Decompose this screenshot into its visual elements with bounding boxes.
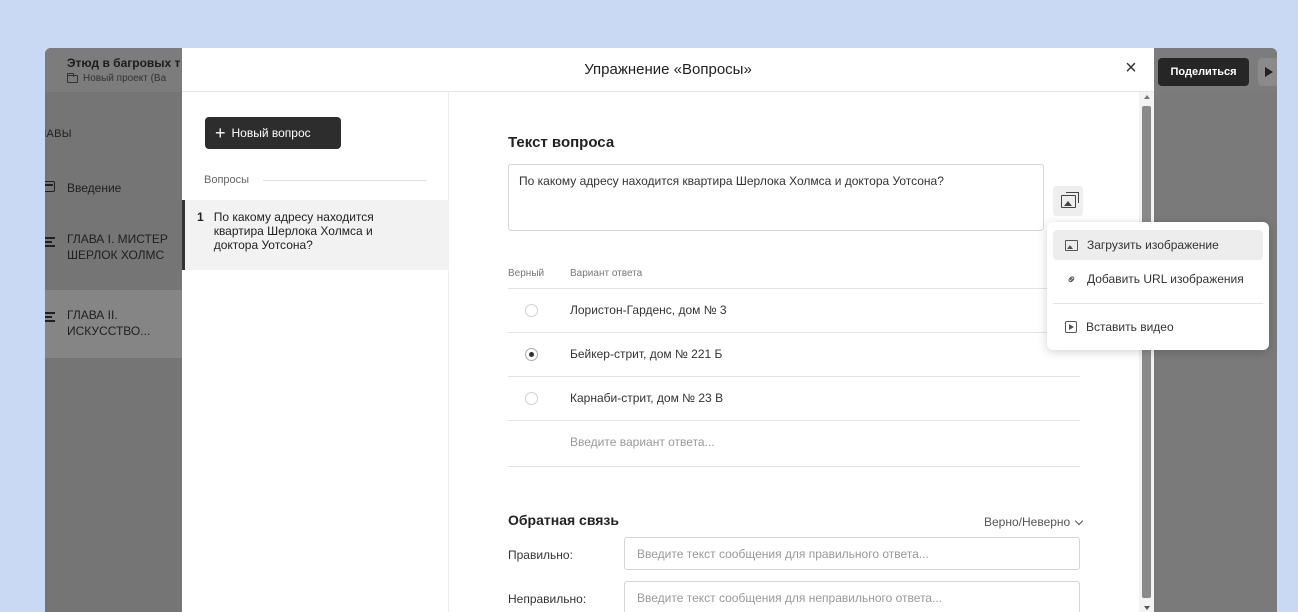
questions-list-panel: + Новый вопрос Вопросы 1 По какому адрес… (182, 92, 449, 612)
sidebar-heading: ЛАВЫ (45, 128, 72, 140)
sidebar-item-introduction[interactable]: Введение (45, 180, 184, 204)
answer-row[interactable]: Карнаби-стрит, дом № 23 В (508, 376, 1080, 420)
answer-text[interactable]: Бейкер-стрит, дом № 221 Б (570, 347, 722, 361)
question-text-heading: Текст вопроса (508, 134, 615, 151)
video-icon (1065, 321, 1077, 333)
image-icon (1060, 191, 1079, 208)
menu-item-label: Вставить видео (1086, 320, 1174, 334)
lines-icon (45, 237, 57, 273)
answer-text[interactable]: Лористон-Гарденс, дом № 3 (570, 303, 727, 317)
sidebar-item-label: Введение (67, 181, 122, 195)
correct-feedback-input[interactable]: Введите текст сообщения для правильного … (624, 537, 1080, 570)
folder-icon (67, 72, 78, 83)
media-dropdown-menu: Загрузить изображение ⚭ Добавить URL изо… (1047, 222, 1269, 350)
feedback-mode-select[interactable]: Верно/Неверно (984, 515, 1084, 529)
question-editor: Текст вопроса По какому адресу находится… (450, 92, 1136, 612)
image-upload-icon (1065, 239, 1078, 251)
project-title[interactable]: Этюд в багровых т (67, 56, 180, 70)
menu-item-insert-video[interactable]: Вставить видео (1053, 312, 1263, 342)
menu-item-upload-image[interactable]: Загрузить изображение (1053, 230, 1263, 260)
menu-item-label: Загрузить изображение (1087, 238, 1219, 252)
new-answer-row[interactable]: Введите вариант ответа... (508, 420, 1080, 464)
close-icon[interactable]: × (1122, 58, 1140, 78)
modal-header: Упражнение «Вопросы» × (182, 48, 1154, 92)
incorrect-feedback-input[interactable]: Введите текст сообщения для неправильног… (624, 581, 1080, 612)
question-list-item[interactable]: 1 По какому адресу находится квартира Ше… (182, 200, 449, 270)
project-subtitle-text: Новый проект (Ва (83, 73, 167, 84)
chevron-down-icon (1074, 516, 1084, 525)
insert-media-button[interactable] (1053, 186, 1083, 216)
questions-section-heading: Вопросы (204, 174, 426, 186)
questions-exercise-modal: Упражнение «Вопросы» × + Новый вопрос Во… (182, 48, 1154, 612)
answer-text[interactable]: Карнаби-стрит, дом № 23 В (570, 391, 723, 405)
menu-item-label: Добавить URL изображения (1087, 272, 1244, 286)
answers-divider (508, 466, 1080, 467)
correct-radio[interactable] (525, 304, 538, 317)
answer-row[interactable]: Бейкер-стрит, дом № 221 Б (508, 332, 1080, 376)
modal-title: Упражнение «Вопросы» (584, 61, 752, 78)
preview-play-icon[interactable] (1258, 58, 1277, 86)
correct-radio[interactable] (525, 392, 538, 405)
project-subtitle[interactable]: Новый проект (Ва (67, 72, 167, 84)
incorrect-feedback-label: Неправильно: (508, 592, 587, 606)
menu-item-add-image-url[interactable]: ⚭ Добавить URL изображения (1053, 264, 1263, 294)
menu-separator (1053, 303, 1263, 304)
scroll-thumb[interactable] (1142, 106, 1151, 598)
answer-row[interactable]: Лористон-Гарденс, дом № 3 (508, 288, 1080, 332)
feedback-heading: Обратная связь (508, 512, 619, 528)
scroll-down-icon[interactable] (1144, 606, 1150, 610)
new-question-label: Новый вопрос (231, 126, 311, 140)
document-icon (45, 181, 57, 204)
new-answer-input[interactable]: Введите вариант ответа... (570, 435, 715, 449)
question-number: 1 (197, 210, 204, 224)
sidebar-item-label: ГЛАВА II. ИСКУССТВО... (67, 308, 151, 338)
answers-header-correct: Верный (508, 268, 545, 279)
feedback-mode-value: Верно/Неверно (984, 515, 1071, 529)
sidebar-item-chapter-2[interactable]: ГЛАВА II. ИСКУССТВО... (45, 290, 184, 358)
sidebar-item-label: ГЛАВА I. МИСТЕР ШЕРЛОК ХОЛМС (67, 232, 168, 262)
question-list-text: По какому адресу находится квартира Шерл… (213, 210, 374, 252)
lines-icon (45, 312, 57, 358)
plus-icon: + (215, 123, 226, 143)
questions-heading-text: Вопросы (204, 174, 250, 186)
link-icon: ⚭ (1062, 269, 1081, 289)
correct-feedback-label: Правильно: (508, 548, 573, 562)
scroll-up-icon[interactable] (1144, 95, 1150, 99)
question-text-field[interactable]: По какому адресу находится квартира Шерл… (508, 164, 1044, 231)
sidebar-item-chapter-1[interactable]: ГЛАВА I. МИСТЕР ШЕРЛОК ХОЛМС (45, 231, 184, 273)
right-pane (1153, 92, 1277, 612)
answers-header-option: Вариант ответа (570, 268, 643, 279)
share-button[interactable]: Поделиться (1158, 58, 1249, 86)
correct-radio[interactable] (525, 348, 538, 361)
scrollbar[interactable] (1139, 92, 1154, 612)
new-question-button[interactable]: + Новый вопрос (205, 117, 341, 149)
